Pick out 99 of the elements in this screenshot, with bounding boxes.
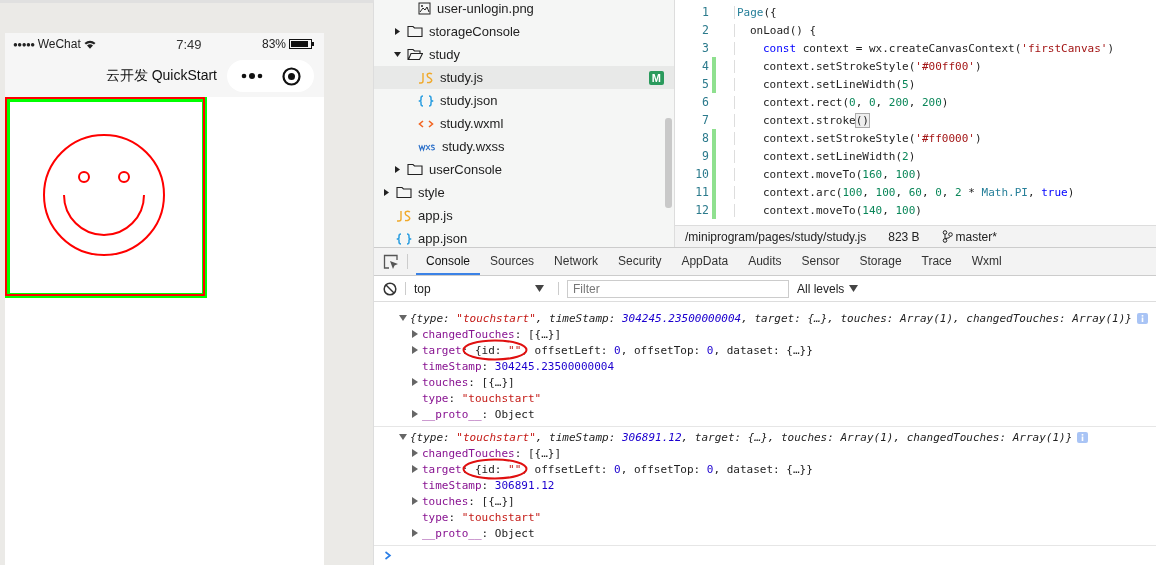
log-object-summary[interactable]: {type: "touchstart", timeStamp: 304245.23500000004, target: {…}, touches: Array(1), changedTouches: Array(1)} bbox=[410, 311, 1132, 325]
record-icon[interactable] bbox=[281, 66, 301, 86]
code-line: context.rect(0, 0, 200, 200) bbox=[734, 95, 949, 109]
log-property[interactable]: touches: [{…}] bbox=[422, 494, 515, 508]
line-number: 12 bbox=[694, 203, 709, 217]
devtools-tab[interactable]: Console bbox=[416, 248, 481, 275]
file-tree-item[interactable]: app.js bbox=[374, 204, 674, 227]
caret-down-icon[interactable] bbox=[394, 51, 401, 58]
battery-percent: 83% bbox=[261, 37, 286, 51]
log-property[interactable]: changedTouches: [{…}] bbox=[422, 327, 562, 341]
open-folder-icon bbox=[407, 48, 423, 61]
caret-right-icon[interactable] bbox=[383, 189, 390, 196]
folder-icon bbox=[396, 186, 412, 199]
file-tree-item[interactable]: style bbox=[374, 181, 674, 204]
log-object-summary[interactable]: {type: "touchstart", timeStamp: 306891.12, target: {…}, touches: Array(1), changedTouches: Array(1)} bbox=[410, 430, 1073, 444]
log-property[interactable]: __proto__: Object bbox=[422, 407, 535, 421]
devtools-tab[interactable]: Security bbox=[608, 248, 672, 275]
devtools-tab[interactable]: Sources bbox=[480, 248, 545, 275]
file-tree-item[interactable]: study.json bbox=[374, 89, 674, 112]
line-number: 6 bbox=[701, 95, 709, 109]
file-tree-item[interactable]: storageConsole bbox=[374, 20, 674, 43]
levels-dropdown[interactable]: All levels bbox=[797, 281, 859, 296]
devtools-tab[interactable]: Trace bbox=[911, 248, 962, 275]
js-file-icon bbox=[396, 209, 412, 222]
devtools-tab[interactable]: Audits bbox=[738, 248, 792, 275]
file-size: 823 B bbox=[888, 229, 920, 244]
line-number: 11 bbox=[694, 185, 709, 199]
scrollbar-thumb[interactable] bbox=[665, 118, 672, 208]
line-number: 4 bbox=[701, 59, 709, 73]
devtools-tab[interactable]: Storage bbox=[849, 248, 912, 275]
devtools-tab[interactable]: Network bbox=[544, 248, 609, 275]
braces-icon bbox=[396, 232, 412, 245]
highlight-ellipse bbox=[462, 339, 528, 361]
modified-badge: M bbox=[648, 70, 664, 85]
code-line: context.setLineWidth(2) bbox=[734, 149, 916, 163]
code-line: context.setStrokeStyle('#ff0000') bbox=[734, 131, 982, 145]
file-tree-item[interactable]: study.wxss bbox=[374, 135, 674, 158]
line-number: 3 bbox=[701, 41, 709, 55]
dropdown-caret-icon[interactable] bbox=[535, 285, 544, 292]
clock-time: 7:49 bbox=[175, 36, 202, 52]
devtools-tab[interactable]: Sensor bbox=[791, 248, 850, 275]
code-line: context.stroke() bbox=[734, 113, 869, 127]
code-line: const context = wx.createCanvasContext('firstCanvas') bbox=[734, 41, 1114, 55]
line-number: 2 bbox=[701, 23, 709, 37]
log-property[interactable]: target: {id: "", offsetLeft: 0, offsetTop: 0, dataset: {…}} bbox=[422, 462, 813, 476]
highlight-ellipse bbox=[462, 458, 528, 480]
carrier-name: WeChat bbox=[37, 37, 81, 51]
code-line: Page({ bbox=[734, 5, 777, 19]
git-branch: master* bbox=[955, 229, 997, 244]
line-number: 7 bbox=[701, 113, 709, 127]
caret-right-icon[interactable] bbox=[394, 28, 401, 35]
angle-brackets-icon bbox=[418, 117, 434, 130]
file-path: /miniprogram/pages/study/study.js bbox=[685, 229, 867, 244]
code-line: context.arc(100, 100, 60, 0, 2 * Math.PI, true) bbox=[734, 185, 1075, 199]
line-number: 1 bbox=[701, 5, 709, 19]
devtools-tab[interactable]: Wxml bbox=[961, 248, 1012, 275]
log-property: timeStamp: 304245.23500000004 bbox=[422, 359, 615, 373]
log-property: timeStamp: 306891.12 bbox=[422, 478, 555, 492]
code-line: onLoad() { bbox=[734, 23, 817, 37]
line-number: 5 bbox=[701, 77, 709, 91]
prompt-chevron-icon[interactable] bbox=[384, 550, 392, 560]
context-select[interactable]: top bbox=[414, 281, 550, 296]
file-tree-item[interactable]: userConsole bbox=[374, 158, 674, 181]
inspect-icon[interactable] bbox=[383, 253, 399, 270]
file-tree-item[interactable]: app.json bbox=[374, 227, 674, 247]
dropdown-caret-icon[interactable] bbox=[849, 285, 859, 292]
file-tree-item[interactable]: user-unlogin.png bbox=[374, 0, 674, 20]
signal-dots: ●●●●● bbox=[13, 39, 35, 49]
page-title: 云开发 QuickStart bbox=[105, 67, 217, 85]
wifi-icon bbox=[83, 39, 96, 49]
log-property: type: "touchstart" bbox=[422, 510, 542, 524]
code-line: context.setLineWidth(5) bbox=[734, 77, 916, 91]
caret-right-icon[interactable] bbox=[394, 166, 401, 173]
braces-icon bbox=[418, 94, 434, 107]
code-line: context.moveTo(140, 100) bbox=[734, 203, 922, 217]
folder-icon bbox=[407, 163, 423, 176]
clear-console-icon[interactable] bbox=[383, 281, 397, 296]
file-tree-item[interactable]: study.wxml bbox=[374, 112, 674, 135]
log-property: type: "touchstart" bbox=[422, 391, 542, 405]
branch-icon bbox=[941, 230, 953, 243]
log-property[interactable]: touches: [{…}] bbox=[422, 375, 515, 389]
folder-icon bbox=[407, 25, 423, 38]
log-property[interactable]: __proto__: Object bbox=[422, 526, 535, 540]
image-file-icon bbox=[418, 2, 431, 15]
line-number: 8 bbox=[701, 131, 709, 145]
line-number: 9 bbox=[701, 149, 709, 163]
filter-field[interactable]: Filter bbox=[567, 279, 789, 298]
battery-icon bbox=[289, 39, 314, 49]
js-file-icon bbox=[418, 71, 434, 84]
code-line: context.setStrokeStyle('#00ff00') bbox=[734, 59, 982, 73]
code-line: context.moveTo(160, 100) bbox=[734, 167, 922, 181]
file-tree-item[interactable]: study.js M bbox=[374, 66, 674, 89]
devtools-tab[interactable]: AppData bbox=[671, 248, 739, 275]
file-tree-item[interactable]: study bbox=[374, 43, 674, 66]
log-property[interactable]: target: {id: "", offsetLeft: 0, offsetTop: 0, dataset: {…}} bbox=[422, 343, 813, 357]
log-property[interactable]: changedTouches: [{…}] bbox=[422, 446, 562, 460]
line-number: 10 bbox=[694, 167, 709, 181]
capsule-menu[interactable] bbox=[227, 60, 314, 92]
more-icon[interactable] bbox=[240, 72, 263, 80]
